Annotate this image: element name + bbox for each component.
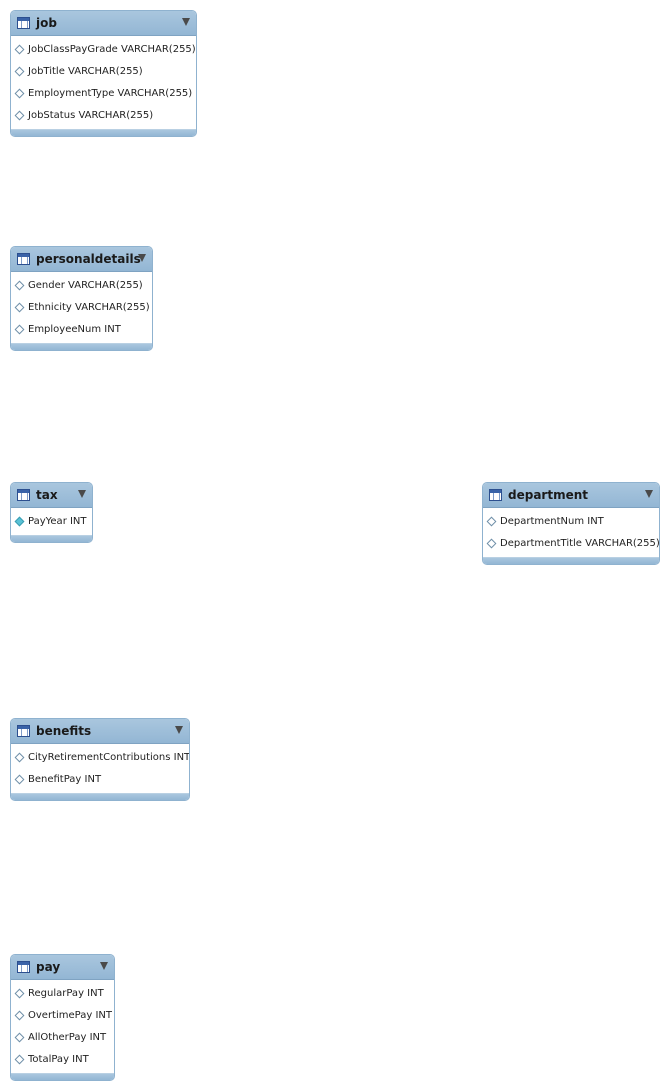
column-label: EmploymentType VARCHAR(255)	[28, 87, 193, 99]
column-row[interactable]: JobTitle VARCHAR(255)	[11, 60, 196, 82]
diamond-icon	[14, 44, 25, 54]
table-icon	[17, 489, 30, 501]
collapse-arrow-icon[interactable]	[645, 490, 653, 498]
diamond-icon	[486, 538, 497, 548]
column-row[interactable]: RegularPay INT	[11, 982, 114, 1004]
column-row[interactable]: EmployeeNum INT	[11, 318, 152, 340]
column-label: PayYear INT	[28, 515, 87, 527]
column-row[interactable]: BenefitPay INT	[11, 768, 189, 790]
column-row[interactable]: Ethnicity VARCHAR(255)	[11, 296, 152, 318]
column-row[interactable]: JobStatus VARCHAR(255)	[11, 104, 196, 126]
table-icon	[17, 961, 30, 973]
table-job[interactable]: job JobClassPayGrade VARCHAR(255) JobTit…	[10, 10, 197, 137]
collapse-arrow-icon[interactable]	[182, 18, 190, 26]
table-department[interactable]: department DepartmentNum INT DepartmentT…	[482, 482, 660, 565]
column-row[interactable]: TotalPay INT	[11, 1048, 114, 1070]
table-pay[interactable]: pay RegularPay INT OvertimePay INT AllOt…	[10, 954, 115, 1081]
table-icon	[17, 253, 30, 265]
diamond-icon	[14, 324, 25, 334]
column-label: RegularPay INT	[28, 987, 104, 999]
column-label: OvertimePay INT	[28, 1009, 112, 1021]
table-personaldetails[interactable]: personaldetails Gender VARCHAR(255) Ethn…	[10, 246, 153, 351]
column-label: Ethnicity VARCHAR(255)	[28, 301, 150, 313]
table-footer	[483, 557, 659, 564]
diamond-icon	[14, 752, 25, 762]
column-label: AllOtherPay INT	[28, 1031, 107, 1043]
table-footer	[11, 343, 152, 350]
collapse-arrow-icon[interactable]	[78, 490, 86, 498]
column-label: BenefitPay INT	[28, 773, 102, 785]
diamond-icon	[14, 1010, 25, 1020]
table-footer	[11, 535, 92, 542]
collapse-arrow-icon[interactable]	[175, 726, 183, 734]
column-row[interactable]: DepartmentNum INT	[483, 510, 659, 532]
table-name: department	[508, 488, 588, 502]
diamond-icon	[14, 1054, 25, 1064]
collapse-arrow-icon[interactable]	[100, 962, 108, 970]
column-label: JobClassPayGrade VARCHAR(255)	[28, 43, 196, 55]
column-row[interactable]: OvertimePay INT	[11, 1004, 114, 1026]
table-icon	[489, 489, 502, 501]
table-name: tax	[36, 488, 58, 502]
column-row[interactable]: PayYear INT	[11, 510, 92, 532]
column-row[interactable]: DepartmentTitle VARCHAR(255)	[483, 532, 659, 554]
table-footer	[11, 129, 196, 136]
table-header[interactable]: tax	[11, 483, 92, 508]
table-name: pay	[36, 960, 61, 974]
column-label: CityRetirementContributions INT	[28, 751, 190, 763]
filled-diamond-icon	[14, 516, 25, 526]
table-header[interactable]: job	[11, 11, 196, 36]
diamond-icon	[14, 88, 25, 98]
diamond-icon	[14, 302, 25, 312]
table-name: job	[36, 16, 57, 30]
diamond-icon	[14, 1032, 25, 1042]
table-header[interactable]: department	[483, 483, 659, 508]
table-name: personaldetails	[36, 252, 141, 266]
column-row[interactable]: EmploymentType VARCHAR(255)	[11, 82, 196, 104]
diamond-icon	[14, 774, 25, 784]
diamond-icon	[14, 66, 25, 76]
column-label: TotalPay INT	[28, 1053, 89, 1065]
diamond-icon	[14, 110, 25, 120]
column-label: EmployeeNum INT	[28, 323, 121, 335]
table-header[interactable]: personaldetails	[11, 247, 152, 272]
diamond-icon	[14, 988, 25, 998]
collapse-arrow-icon[interactable]	[138, 254, 146, 262]
column-row[interactable]: Gender VARCHAR(255)	[11, 274, 152, 296]
column-label: JobStatus VARCHAR(255)	[28, 109, 154, 121]
column-row[interactable]: JobClassPayGrade VARCHAR(255)	[11, 38, 196, 60]
table-footer	[11, 1073, 114, 1080]
table-icon	[17, 725, 30, 737]
column-label: DepartmentTitle VARCHAR(255)	[500, 537, 660, 549]
column-label: JobTitle VARCHAR(255)	[28, 65, 143, 77]
column-row[interactable]: AllOtherPay INT	[11, 1026, 114, 1048]
table-icon	[17, 17, 30, 29]
table-name: benefits	[36, 724, 92, 738]
table-header[interactable]: pay	[11, 955, 114, 980]
column-label: DepartmentNum INT	[500, 515, 604, 527]
diamond-icon	[486, 516, 497, 526]
column-row[interactable]: CityRetirementContributions INT	[11, 746, 189, 768]
table-tax[interactable]: tax PayYear INT	[10, 482, 93, 543]
table-benefits[interactable]: benefits CityRetirementContributions INT…	[10, 718, 190, 801]
table-header[interactable]: benefits	[11, 719, 189, 744]
table-footer	[11, 793, 189, 800]
diamond-icon	[14, 280, 25, 290]
column-label: Gender VARCHAR(255)	[28, 279, 143, 291]
